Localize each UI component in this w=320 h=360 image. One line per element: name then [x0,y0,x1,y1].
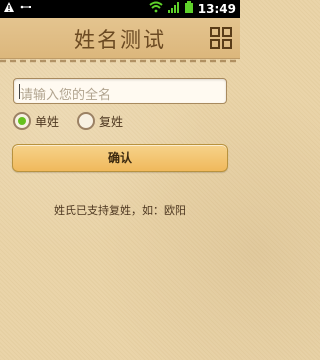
wifi-icon [149,1,163,16]
battery-icon [184,1,193,16]
header-stitch-divider [0,59,240,63]
notification-warning-icon [4,2,14,15]
app-header: 姓名测试 [0,18,240,59]
text-cursor [19,84,20,99]
radio-single-surname[interactable]: 单姓 [13,112,59,130]
radio-compound-surname[interactable]: 复姓 [77,112,123,130]
signal-icon [167,1,180,16]
grid-menu-button[interactable] [210,27,232,49]
status-right: 13:49 [149,1,236,16]
name-input-placeholder: 请输入您的全名 [20,88,112,103]
radio-compound-label: 复姓 [99,114,124,129]
status-bar: 13:49 [0,0,240,18]
usb-icon [20,2,32,15]
page-title: 姓名测试 [74,28,166,52]
grid-icon [210,27,232,49]
surname-type-options: 单姓 复姓 [13,112,123,130]
status-left [4,2,32,15]
compound-surname-hint: 姓氏已支持复姓，如：欧阳 [54,204,186,217]
radio-unselected-indicator [77,112,96,130]
confirm-button[interactable]: 确认 [12,144,228,172]
radio-single-label: 单姓 [35,114,60,129]
status-time: 13:49 [197,1,236,16]
radio-selected-indicator [13,112,31,130]
name-input[interactable]: 请输入您的全名 [13,78,227,104]
